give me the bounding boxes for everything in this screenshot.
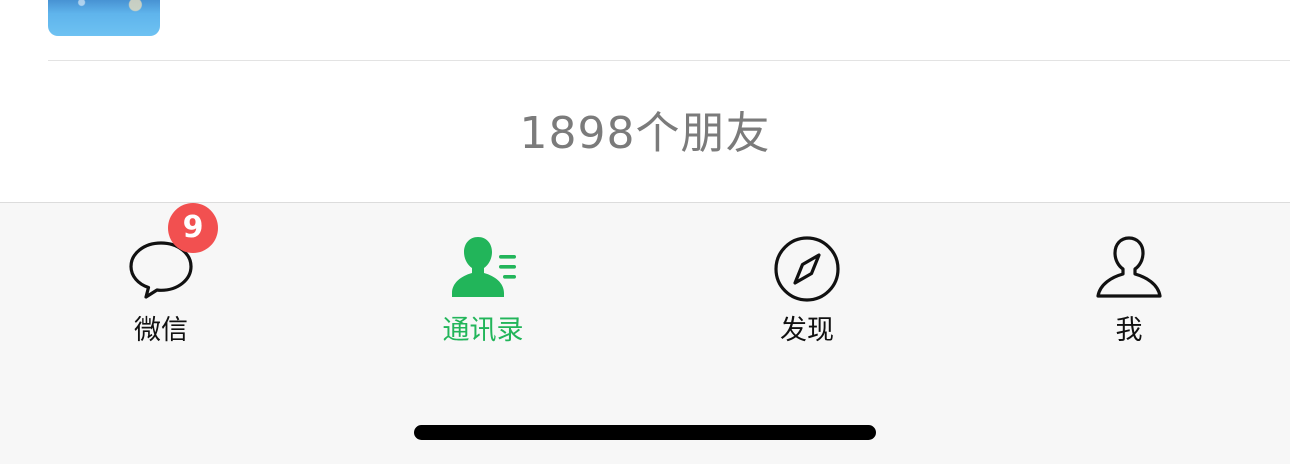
tab-label: 发现 [780,315,834,346]
tab-label: 我 [1115,315,1143,346]
tab-me[interactable]: 我 [968,203,1290,353]
person-icon [1093,233,1165,305]
list-divider [48,60,1290,61]
home-indicator[interactable] [414,425,876,440]
compass-icon [771,233,843,305]
contact-list-item[interactable] [0,0,1290,60]
tab-chats[interactable]: 9 微信 [0,203,322,353]
tab-contacts[interactable]: 通讯录 [322,203,644,353]
unread-badge: 9 [168,203,218,253]
contacts-screen: 1898个朋友 9 微信 通讯录 发现 我 [0,0,1290,464]
tab-discover[interactable]: 发现 [646,203,968,353]
contacts-icon [447,233,519,305]
tab-label: 微信 [134,315,188,346]
tab-label: 通讯录 [442,315,524,346]
friend-count-label: 1898个朋友 [519,108,771,159]
bottom-tab-bar: 9 微信 通讯录 发现 我 [0,202,1290,464]
contact-avatar [48,0,160,36]
